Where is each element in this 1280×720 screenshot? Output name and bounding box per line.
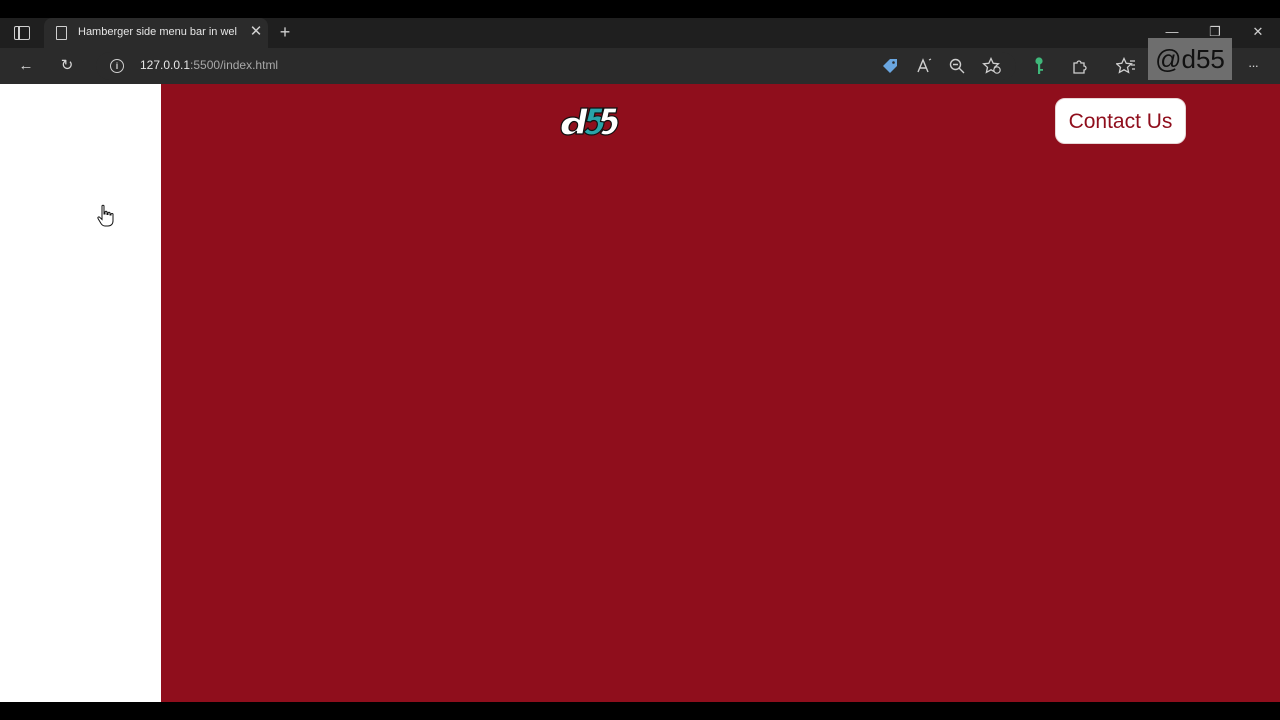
tab-actions-icon[interactable] bbox=[14, 26, 30, 40]
back-icon[interactable]: ← bbox=[15, 55, 37, 77]
toolbar: ← ↻ i 127.0.0.1:5500/index.html ··· bbox=[0, 48, 1280, 84]
active-tab[interactable]: Hamberger side menu bar in wel ✕ bbox=[44, 18, 268, 48]
tab-strip: Hamberger side menu bar in wel ✕ + — ❐ ✕ bbox=[0, 18, 1280, 48]
reload-icon[interactable]: ↻ bbox=[56, 55, 78, 77]
zoom-icon[interactable] bbox=[948, 57, 966, 75]
key-icon[interactable] bbox=[1030, 56, 1048, 76]
page-icon bbox=[56, 26, 67, 40]
favorite-add-icon[interactable] bbox=[982, 57, 1002, 75]
d55-logo[interactable]: d55 bbox=[557, 102, 619, 140]
site-info-icon[interactable]: i bbox=[110, 59, 124, 73]
url-host: 127.0.0.1 bbox=[140, 58, 191, 72]
hand-cursor-icon bbox=[97, 204, 114, 227]
url-text[interactable]: 127.0.0.1:5500/index.html bbox=[140, 58, 278, 74]
tab-title: Hamberger side menu bar in wel bbox=[78, 26, 237, 38]
extensions-icon[interactable] bbox=[1071, 57, 1089, 75]
read-aloud-icon[interactable] bbox=[915, 57, 933, 75]
hero-section: d55 Contact Us bbox=[161, 84, 1280, 702]
screen: Hamberger side menu bar in wel ✕ + — ❐ ✕… bbox=[0, 0, 1280, 720]
address-bar[interactable]: i 127.0.0.1:5500/index.html bbox=[96, 52, 1016, 80]
tag-icon[interactable] bbox=[881, 57, 899, 75]
favorites-icon[interactable] bbox=[1116, 57, 1136, 75]
tab-close-icon[interactable]: ✕ bbox=[247, 23, 265, 41]
watermark: @d55 bbox=[1148, 38, 1232, 80]
contact-us-button[interactable]: Contact Us bbox=[1055, 98, 1186, 144]
new-tab-icon[interactable]: + bbox=[275, 22, 295, 42]
letterbox-top bbox=[0, 0, 1280, 18]
letterbox-bottom bbox=[0, 702, 1280, 720]
url-path: :5500/index.html bbox=[190, 58, 279, 72]
page-viewport: d55 Contact Us bbox=[0, 84, 1280, 702]
more-icon[interactable]: ··· bbox=[1242, 55, 1264, 77]
side-menu-panel bbox=[0, 84, 161, 702]
close-window-icon[interactable]: ✕ bbox=[1246, 22, 1270, 42]
